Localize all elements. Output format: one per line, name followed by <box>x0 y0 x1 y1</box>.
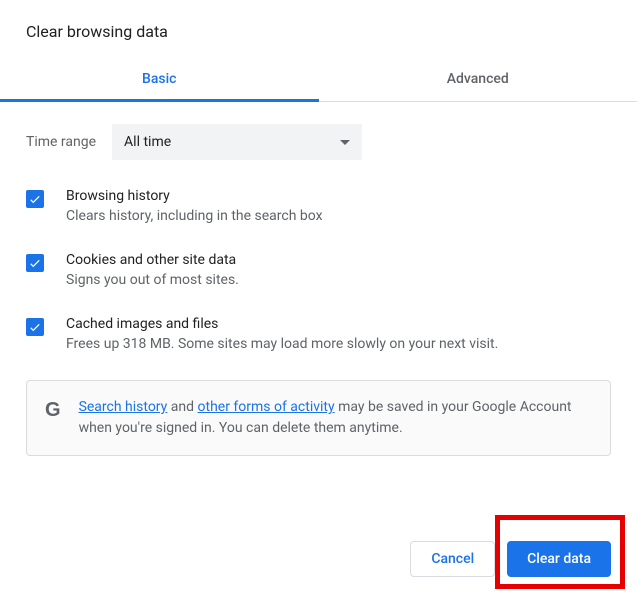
google-account-notice: G Search history and other forms of acti… <box>26 380 611 456</box>
tabs: Basic Advanced <box>0 59 637 102</box>
option-browsing-history: Browsing history Clears history, includi… <box>26 188 611 224</box>
option-text: Cookies and other site data Signs you ou… <box>66 252 239 288</box>
checkbox-browsing-history[interactable] <box>26 190 44 208</box>
option-cache: Cached images and files Frees up 318 MB.… <box>26 316 611 352</box>
search-history-link[interactable]: Search history <box>79 399 168 415</box>
google-icon: G <box>45 399 61 422</box>
notice-mid: and <box>167 399 197 415</box>
clear-data-button[interactable]: Clear data <box>507 541 611 577</box>
time-range-label: Time range <box>26 134 96 150</box>
check-icon <box>28 192 42 206</box>
tab-basic[interactable]: Basic <box>0 59 319 101</box>
notice-text: Search history and other forms of activi… <box>79 397 592 439</box>
option-desc: Frees up 318 MB. Some sites may load mor… <box>66 336 498 352</box>
option-text: Browsing history Clears history, includi… <box>66 188 323 224</box>
time-range-value: All time <box>124 134 171 150</box>
chevron-down-icon <box>340 140 350 145</box>
check-icon <box>28 256 42 270</box>
dialog-body: Time range All time Browsing history Cle… <box>0 102 637 456</box>
option-title: Cookies and other site data <box>66 252 239 268</box>
dialog-title: Clear browsing data <box>0 0 637 59</box>
option-cookies: Cookies and other site data Signs you ou… <box>26 252 611 288</box>
option-text: Cached images and files Frees up 318 MB.… <box>66 316 498 352</box>
option-desc: Signs you out of most sites. <box>66 272 239 288</box>
checkbox-cache[interactable] <box>26 318 44 336</box>
tab-advanced[interactable]: Advanced <box>319 59 637 101</box>
time-range-row: Time range All time <box>26 124 611 160</box>
option-title: Cached images and files <box>66 316 498 332</box>
checkbox-cookies[interactable] <box>26 254 44 272</box>
cancel-button[interactable]: Cancel <box>410 541 495 577</box>
clear-browsing-data-dialog: Clear browsing data Basic Advanced Time … <box>0 0 637 456</box>
check-icon <box>28 320 42 334</box>
option-desc: Clears history, including in the search … <box>66 208 323 224</box>
time-range-select[interactable]: All time <box>112 124 362 160</box>
other-activity-link[interactable]: other forms of activity <box>198 399 335 415</box>
dialog-footer: Cancel Clear data <box>410 541 611 577</box>
option-title: Browsing history <box>66 188 323 204</box>
